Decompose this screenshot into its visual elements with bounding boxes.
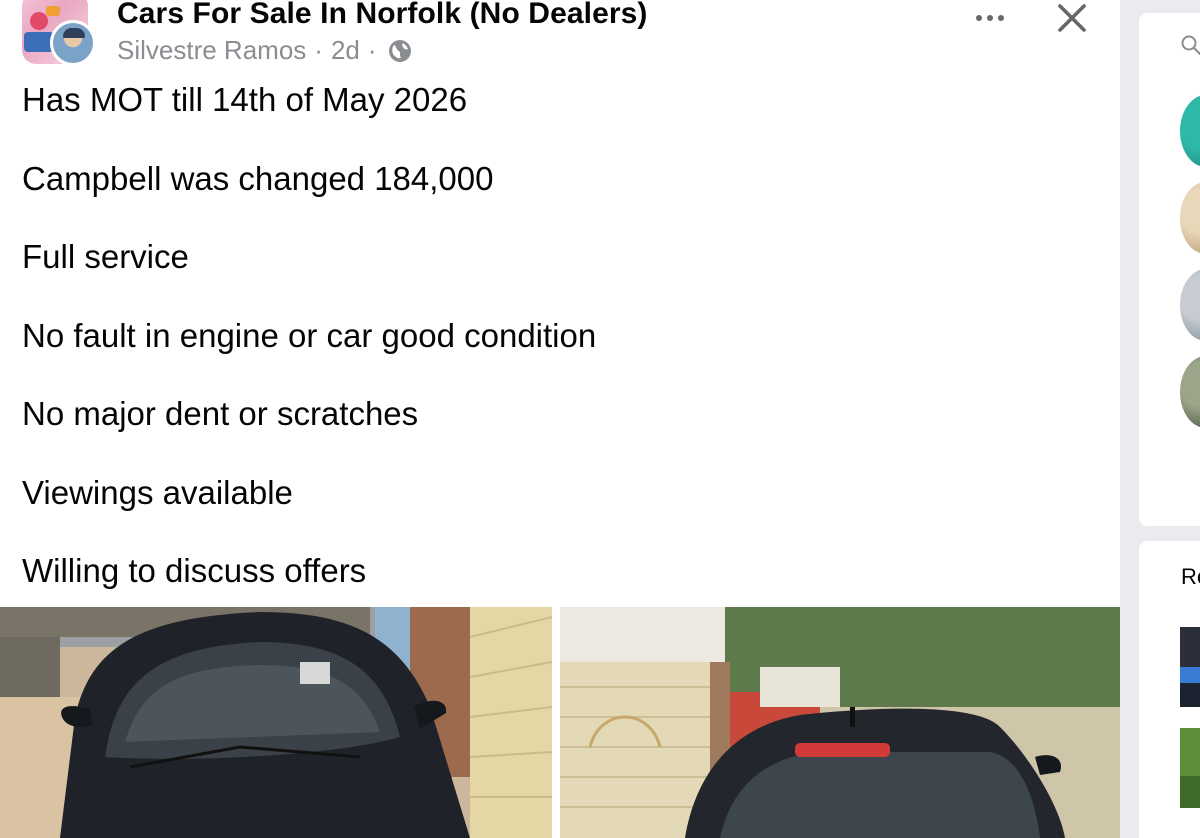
sidebar-thumbnail[interactable] (1180, 627, 1200, 707)
contacts-card (1139, 13, 1200, 526)
post-header: Cars For Sale In Norfolk (No Dealers) Si… (0, 0, 1120, 75)
sidebar-heading: Re (1181, 564, 1200, 589)
post-line: Full service (22, 238, 189, 275)
author-name-link[interactable]: Silvestre Ramos (117, 35, 306, 66)
post-line: Campbell was changed 184,000 (22, 159, 494, 197)
post-line: No major dent or scratches (22, 395, 419, 432)
car-rear-photo[interactable] (560, 607, 1120, 838)
more-horizontal-icon (976, 15, 982, 21)
post-time-link[interactable]: 2d (331, 35, 360, 66)
post-dialog: Cars For Sale In Norfolk (No Dealers) Si… (0, 0, 1120, 838)
globe-icon (388, 39, 411, 62)
post-line: Viewings available (22, 473, 293, 511)
sidebar-thumbnail[interactable] (1180, 728, 1200, 808)
meta-separator: · (314, 35, 323, 65)
meta-separator: · (367, 35, 377, 65)
post-line: No fault in engine or car good condition (22, 316, 597, 354)
group-name-link[interactable]: Cars For Sale In Norfolk (No Dealers) (117, 0, 648, 31)
author-avatar[interactable] (50, 20, 96, 66)
close-icon[interactable] (1052, 0, 1092, 38)
car-front-photo[interactable] (0, 607, 552, 838)
search-icon[interactable] (1180, 34, 1200, 56)
more-options-button[interactable] (968, 4, 1012, 32)
post-body: Has MOT till 14th of May 2026 Campbell w… (22, 80, 1102, 630)
post-line: Has MOT till 14th of May 2026 (22, 81, 468, 118)
post-meta: Silvestre Ramos · 2d · (117, 35, 413, 66)
